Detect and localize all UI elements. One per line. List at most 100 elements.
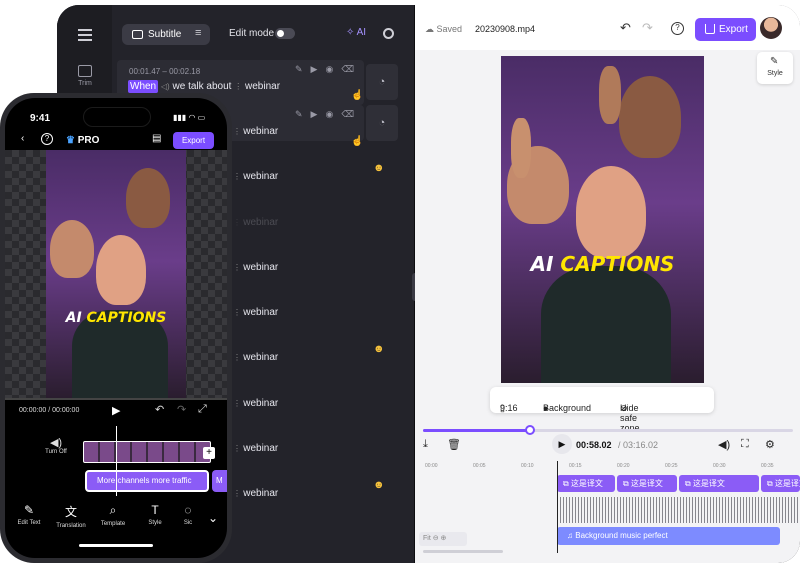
caption-clip[interactable]: ⧉ 这是译文 <box>557 475 615 492</box>
zoom-in-icon[interactable]: ⊕ <box>439 535 447 542</box>
video-track-frames[interactable] <box>83 441 211 463</box>
help-icon[interactable]: ? <box>671 22 684 35</box>
ruler-tick: 00:25 <box>665 463 678 469</box>
edit-icon[interactable]: ✎ <box>295 64 311 74</box>
pro-badge[interactable]: ♛ PRO <box>66 135 99 146</box>
tool-label: Style <box>148 520 162 526</box>
progress-knob[interactable] <box>525 425 536 435</box>
phone-export-button[interactable]: Export <box>173 132 214 149</box>
subtitle-text[interactable]: ⋮ webinar <box>233 443 278 454</box>
file-name[interactable]: 20230908.mp4 <box>475 24 535 34</box>
caption-clip-label: 这是译文 <box>692 479 725 488</box>
add-clip-icon[interactable]: + <box>203 447 215 459</box>
preview-panel: ☁ Saved 20230908.mp4 ↶ ↷ ? Export Style … <box>415 5 800 563</box>
undo-icon[interactable]: ↶ <box>155 403 164 416</box>
phone-caption-clip[interactable]: More channels more traffic <box>85 470 209 492</box>
undo-icon[interactable]: ↶ <box>620 20 631 36</box>
play-icon[interactable]: ▶ <box>311 64 326 74</box>
caption-clip[interactable]: ⧉ 这是译文 <box>617 475 677 492</box>
video-preview[interactable]: AI CAPTIONS <box>501 56 704 383</box>
style-button[interactable]: Style <box>757 52 793 84</box>
settings-icon[interactable] <box>383 28 394 39</box>
timeline-playhead[interactable] <box>557 461 558 553</box>
zoom-controls[interactable]: Fit ⊖ ⊕ <box>419 532 467 546</box>
background-label: Background <box>543 403 592 413</box>
subtitle-text[interactable]: ⋮ webinar <box>233 217 278 228</box>
avatar[interactable] <box>760 17 782 39</box>
caption-clip-label: 这是译文 <box>630 479 663 488</box>
delete-icon[interactable]: ⌫ <box>341 64 362 74</box>
raised-hand <box>599 66 621 124</box>
redo-icon[interactable]: ↷ <box>642 20 653 36</box>
turn-off-audio[interactable]: ◀) Turn Off <box>43 436 69 455</box>
menu-icon[interactable] <box>78 29 92 41</box>
zoom-out-icon[interactable]: ⊖ <box>431 535 439 542</box>
edit-mode-toggle[interactable] <box>275 28 295 39</box>
expand-icon[interactable]: ⤢ <box>198 403 207 416</box>
phone-caption-clip-next[interactable]: M <box>212 470 227 492</box>
palette-icon[interactable]: ◔ <box>366 64 398 100</box>
template-icon: ⌕ <box>109 503 117 517</box>
caption-clip[interactable]: ⧉ 这是译文 <box>679 475 759 492</box>
phone-progress-track[interactable] <box>5 398 227 400</box>
signal-icon: ▮▮▮ <box>173 113 189 122</box>
status-icons: ▮▮▮ ◠ ▭ <box>173 113 205 122</box>
back-icon[interactable]: ‹ <box>21 133 24 144</box>
audio-waveform[interactable] <box>557 497 800 523</box>
play-button[interactable]: ▶ <box>552 434 572 454</box>
text-style-icon[interactable]: ≡ <box>195 27 209 41</box>
ruler-tick: 00:00 <box>425 463 438 469</box>
zoom-fit-label: Fit <box>423 535 431 542</box>
subtitle-word: webinar <box>243 262 279 273</box>
playback-progress[interactable] <box>423 425 793 435</box>
gear-icon[interactable]: ⚙ <box>765 438 775 451</box>
subtitle-icon <box>132 30 143 39</box>
export-button[interactable]: Export <box>695 18 756 41</box>
tool-edit-text[interactable]: ✎ Edit Text <box>9 503 49 526</box>
subtitle-text[interactable]: ⋮ webinar <box>233 352 278 363</box>
caption-overlay[interactable]: AI CAPTIONS <box>501 252 704 276</box>
time-sep-icon: – <box>162 67 167 76</box>
chevron-down-icon[interactable]: ⌄ <box>201 511 225 528</box>
help-icon[interactable]: ? <box>41 133 53 145</box>
delete-icon[interactable]: ⌫ <box>341 109 362 119</box>
subtitle-text[interactable]: ⋮ webinar <box>233 307 278 318</box>
crown-icon: ♛ <box>66 135 78 146</box>
subtitle-text[interactable]: ⋮ webinar <box>233 171 278 182</box>
phone-play-icon[interactable]: ▶ <box>112 404 120 417</box>
play-icon[interactable]: ▶ <box>311 109 326 119</box>
ratio-label: 9:16 <box>500 403 518 413</box>
redo-icon[interactable]: ↷ <box>177 403 186 416</box>
fullscreen-icon[interactable]: ⛶ <box>741 438 749 451</box>
tool-style[interactable]: T Style <box>135 503 175 526</box>
caption-clip[interactable]: ⧉ 这是译文 <box>761 475 800 492</box>
subtitle-text-1[interactable]: When ◁) we talk about ⋮ webinar <box>128 80 280 93</box>
tool-sic[interactable]: ◌ Sic <box>173 503 203 526</box>
trim-tool[interactable]: Trim <box>70 65 100 87</box>
trash-icon[interactable]: 🗑 <box>447 438 461 451</box>
eye-icon[interactable]: ◉ <box>325 109 341 119</box>
progress-fill <box>423 429 531 432</box>
music-clip[interactable]: ♫ Background music perfect <box>557 527 780 545</box>
palette-icon[interactable]: ◔ <box>366 105 398 141</box>
eye-icon[interactable]: ◉ <box>325 64 341 74</box>
speaker-icon: ◀) <box>49 437 63 449</box>
tool-template[interactable]: ⌕ Template <box>93 503 133 527</box>
edit-icon[interactable]: ✎ <box>295 109 311 119</box>
subtitle-text[interactable]: ⋮ webinar <box>233 488 278 499</box>
split-icon: ⋮ <box>233 172 244 181</box>
caption-clip-label: 这是译文 <box>570 479 603 488</box>
timeline-ruler[interactable]: 00:00 00:05 00:10 00:15 00:20 00:25 00:3… <box>415 461 800 475</box>
split-clip-icon[interactable]: ⤓ <box>423 438 428 451</box>
phone-caption-overlay[interactable]: AI CAPTIONS <box>46 310 186 326</box>
editor-header: ☁ Saved 20230908.mp4 ↶ ↷ ? Export <box>415 5 800 50</box>
timeline-scrollbar[interactable] <box>423 550 503 553</box>
subtitle-text[interactable]: ⋮ webinar <box>233 398 278 409</box>
subtitle-list-icon[interactable]: ▤ <box>152 133 161 144</box>
tool-translation[interactable]: 文 Translation <box>51 503 91 529</box>
phone-video-preview[interactable]: AI CAPTIONS <box>46 150 186 398</box>
ai-button[interactable]: ✧ AI <box>346 27 366 38</box>
subtitle-text[interactable]: ⋮ webinar <box>233 262 278 273</box>
subtitle-text[interactable]: ⋮ webinar <box>233 126 278 137</box>
volume-icon[interactable]: ◀) <box>718 438 730 451</box>
